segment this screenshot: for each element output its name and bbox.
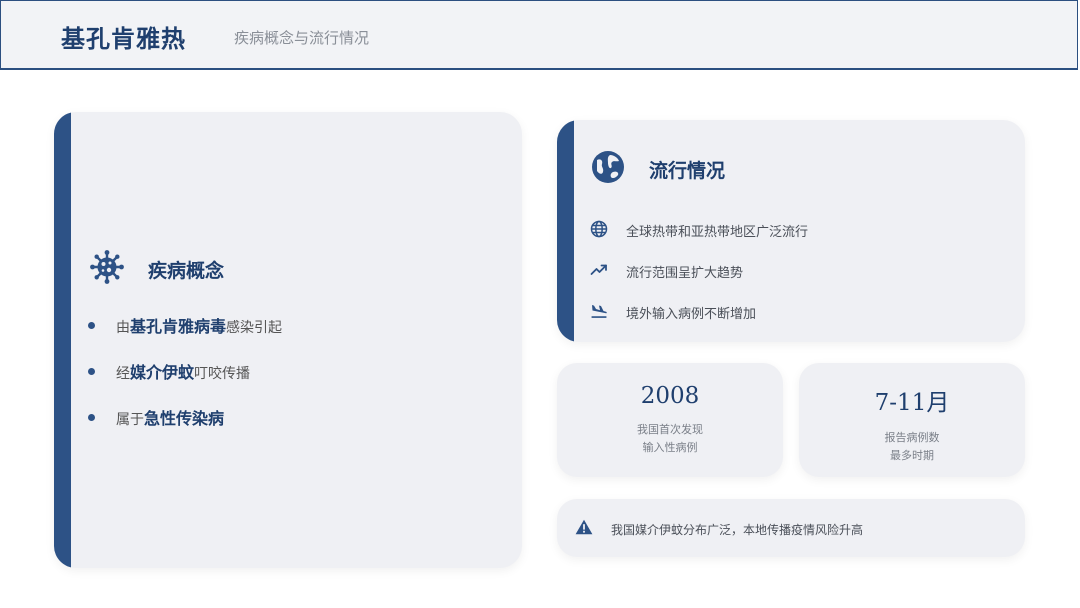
prevalence-card: 流行情况 全球热带和亚热带地区广泛流行 流行范围呈扩大趋势 境外输入病例不断增加 [557, 120, 1025, 342]
accent-bar [54, 112, 71, 568]
bullet-dot [88, 322, 95, 329]
item-suffix: 感染引起 [226, 320, 283, 336]
item-bold: 基孔肯雅病毒 [130, 317, 227, 336]
stat-value: 2008 [640, 383, 700, 409]
stat-caption-line: 我国首次发现 [637, 423, 703, 436]
concept-list: 由基孔肯雅病毒感染引起 经媒介伊蚊叮咬传播 属于急性传染病 [88, 317, 282, 455]
prevalence-list: 全球热带和亚热带地区广泛流行 流行范围呈扩大趋势 境外输入病例不断增加 [590, 210, 808, 333]
plane-landing-icon [590, 302, 608, 324]
virus-icon [90, 250, 124, 288]
prevalence-header: 流行情况 [591, 150, 725, 188]
warning-icon [575, 519, 593, 539]
stat-caption-line: 最多时期 [890, 449, 934, 462]
item-prefix: 属于 [116, 412, 144, 428]
stat-card: 2008 我国首次发现 输入性病例 [557, 363, 783, 477]
stat-value: 7-11月 [874, 390, 950, 416]
prevalence-item-text: 境外输入病例不断增加 [626, 307, 757, 322]
stat-caption: 我国首次发现 输入性病例 [557, 421, 783, 457]
stat-caption-line: 输入性病例 [642, 441, 698, 454]
list-item: 流行范围呈扩大趋势 [590, 251, 808, 292]
item-suffix: 叮咬传播 [194, 366, 251, 382]
concept-card: 疾病概念 由基孔肯雅病毒感染引起 经媒介伊蚊叮咬传播 属于急性传染病 [54, 112, 522, 568]
item-prefix: 由 [116, 320, 130, 336]
stat-card: 7-11月 报告病例数 最多时期 [799, 363, 1025, 477]
prevalence-item-text: 流行范围呈扩大趋势 [626, 266, 744, 281]
globe-icon [591, 150, 625, 188]
warning-content: 我国媒介伊蚊分布广泛，本地传播疫情风险升高 [575, 519, 863, 539]
header-bar: 基孔肯雅热 疾病概念与流行情况 [0, 0, 1078, 70]
warning-text: 我国媒介伊蚊分布广泛，本地传播疫情风险升高 [611, 522, 864, 537]
item-prefix: 经 [116, 366, 130, 382]
concept-title: 疾病概念 [148, 259, 225, 282]
stat-caption-line: 报告病例数 [884, 431, 940, 444]
accent-bar [557, 120, 574, 342]
bullet-dot [88, 414, 95, 421]
item-bold: 媒介伊蚊 [130, 363, 195, 382]
list-item: 经媒介伊蚊叮咬传播 [88, 363, 282, 409]
list-item: 由基孔肯雅病毒感染引起 [88, 317, 282, 363]
trend-up-icon [590, 261, 608, 283]
list-item: 属于急性传染病 [88, 409, 282, 455]
stat-caption: 报告病例数 最多时期 [799, 429, 1025, 465]
item-bold: 急性传染病 [144, 409, 225, 428]
prevalence-title: 流行情况 [649, 159, 726, 182]
globe-small-icon [590, 220, 608, 242]
page-subtitle: 疾病概念与流行情况 [234, 29, 370, 47]
prevalence-item-text: 全球热带和亚热带地区广泛流行 [626, 225, 809, 240]
concept-header: 疾病概念 [90, 250, 224, 288]
warning-banner: 我国媒介伊蚊分布广泛，本地传播疫情风险升高 [557, 499, 1025, 557]
page-title: 基孔肯雅热 [61, 25, 186, 53]
list-item: 境外输入病例不断增加 [590, 292, 808, 333]
list-item: 全球热带和亚热带地区广泛流行 [590, 210, 808, 251]
bullet-dot [88, 368, 95, 375]
